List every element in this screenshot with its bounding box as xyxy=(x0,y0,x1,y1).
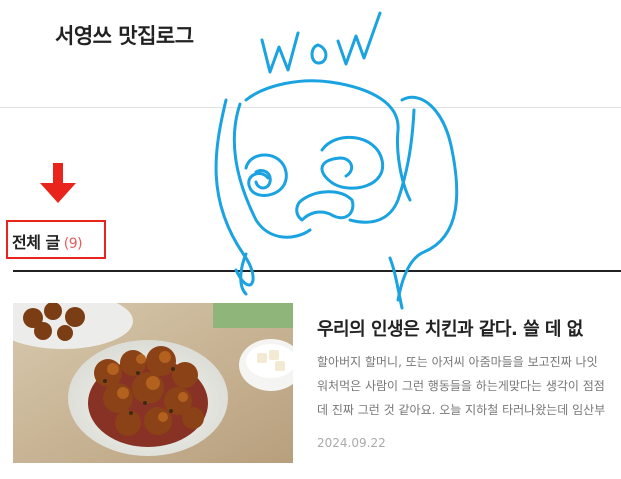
doodle-head xyxy=(214,98,255,287)
doodle-head xyxy=(348,108,416,224)
blog-page: 서영쓰 맛집로그 전체 글 (9) 우리의 인생은 치킨과 같다. 쓸 데 없 … xyxy=(0,0,621,479)
red-down-arrow-icon xyxy=(40,163,76,203)
section-divider xyxy=(13,270,621,272)
post-excerpt-line: 할아버지 할머니, 또는 아저씨 아줌마들을 보고진짜 나잇 xyxy=(317,355,598,369)
doodle-left-eye xyxy=(254,168,272,190)
doodle-letter-o xyxy=(310,43,328,65)
doodle-head xyxy=(244,79,412,202)
doodle-head xyxy=(232,102,312,239)
category-label: 전체 글 xyxy=(12,233,60,252)
post-excerpt[interactable]: 할아버지 할머니, 또는 아저씨 아줌마들을 보고진짜 나잇 워처먹은 사람이 … xyxy=(317,350,621,422)
doodle-neck xyxy=(239,252,248,296)
doodle-mouth xyxy=(295,190,355,222)
post-count: (9) xyxy=(63,236,83,252)
doodle-left-eye xyxy=(244,153,288,197)
blog-title[interactable]: 서영쓰 맛집로그 xyxy=(55,20,194,50)
post-date: 2024.09.22 xyxy=(317,436,386,450)
post-excerpt-line: 워처먹은 사람이 그런 행동들을 하는게맞다는 생각이 점점 xyxy=(317,379,605,393)
category-heading[interactable]: 전체 글 (9) xyxy=(12,229,83,253)
fried-chicken-photo xyxy=(13,303,293,463)
post-excerpt-line: 데 진짜 그런 것 같아요. 오늘 지하철 타러나왔는데 임산부 xyxy=(317,403,606,417)
doodle-right-eye xyxy=(320,135,385,190)
doodle-neck xyxy=(388,256,404,310)
doodle-letter-w xyxy=(336,11,382,66)
post-title[interactable]: 우리의 인생은 치킨과 같다. 쓸 데 없 xyxy=(317,315,583,341)
doodle-letter-w xyxy=(260,31,300,74)
header-divider xyxy=(0,107,621,108)
post-thumbnail[interactable] xyxy=(13,303,293,463)
